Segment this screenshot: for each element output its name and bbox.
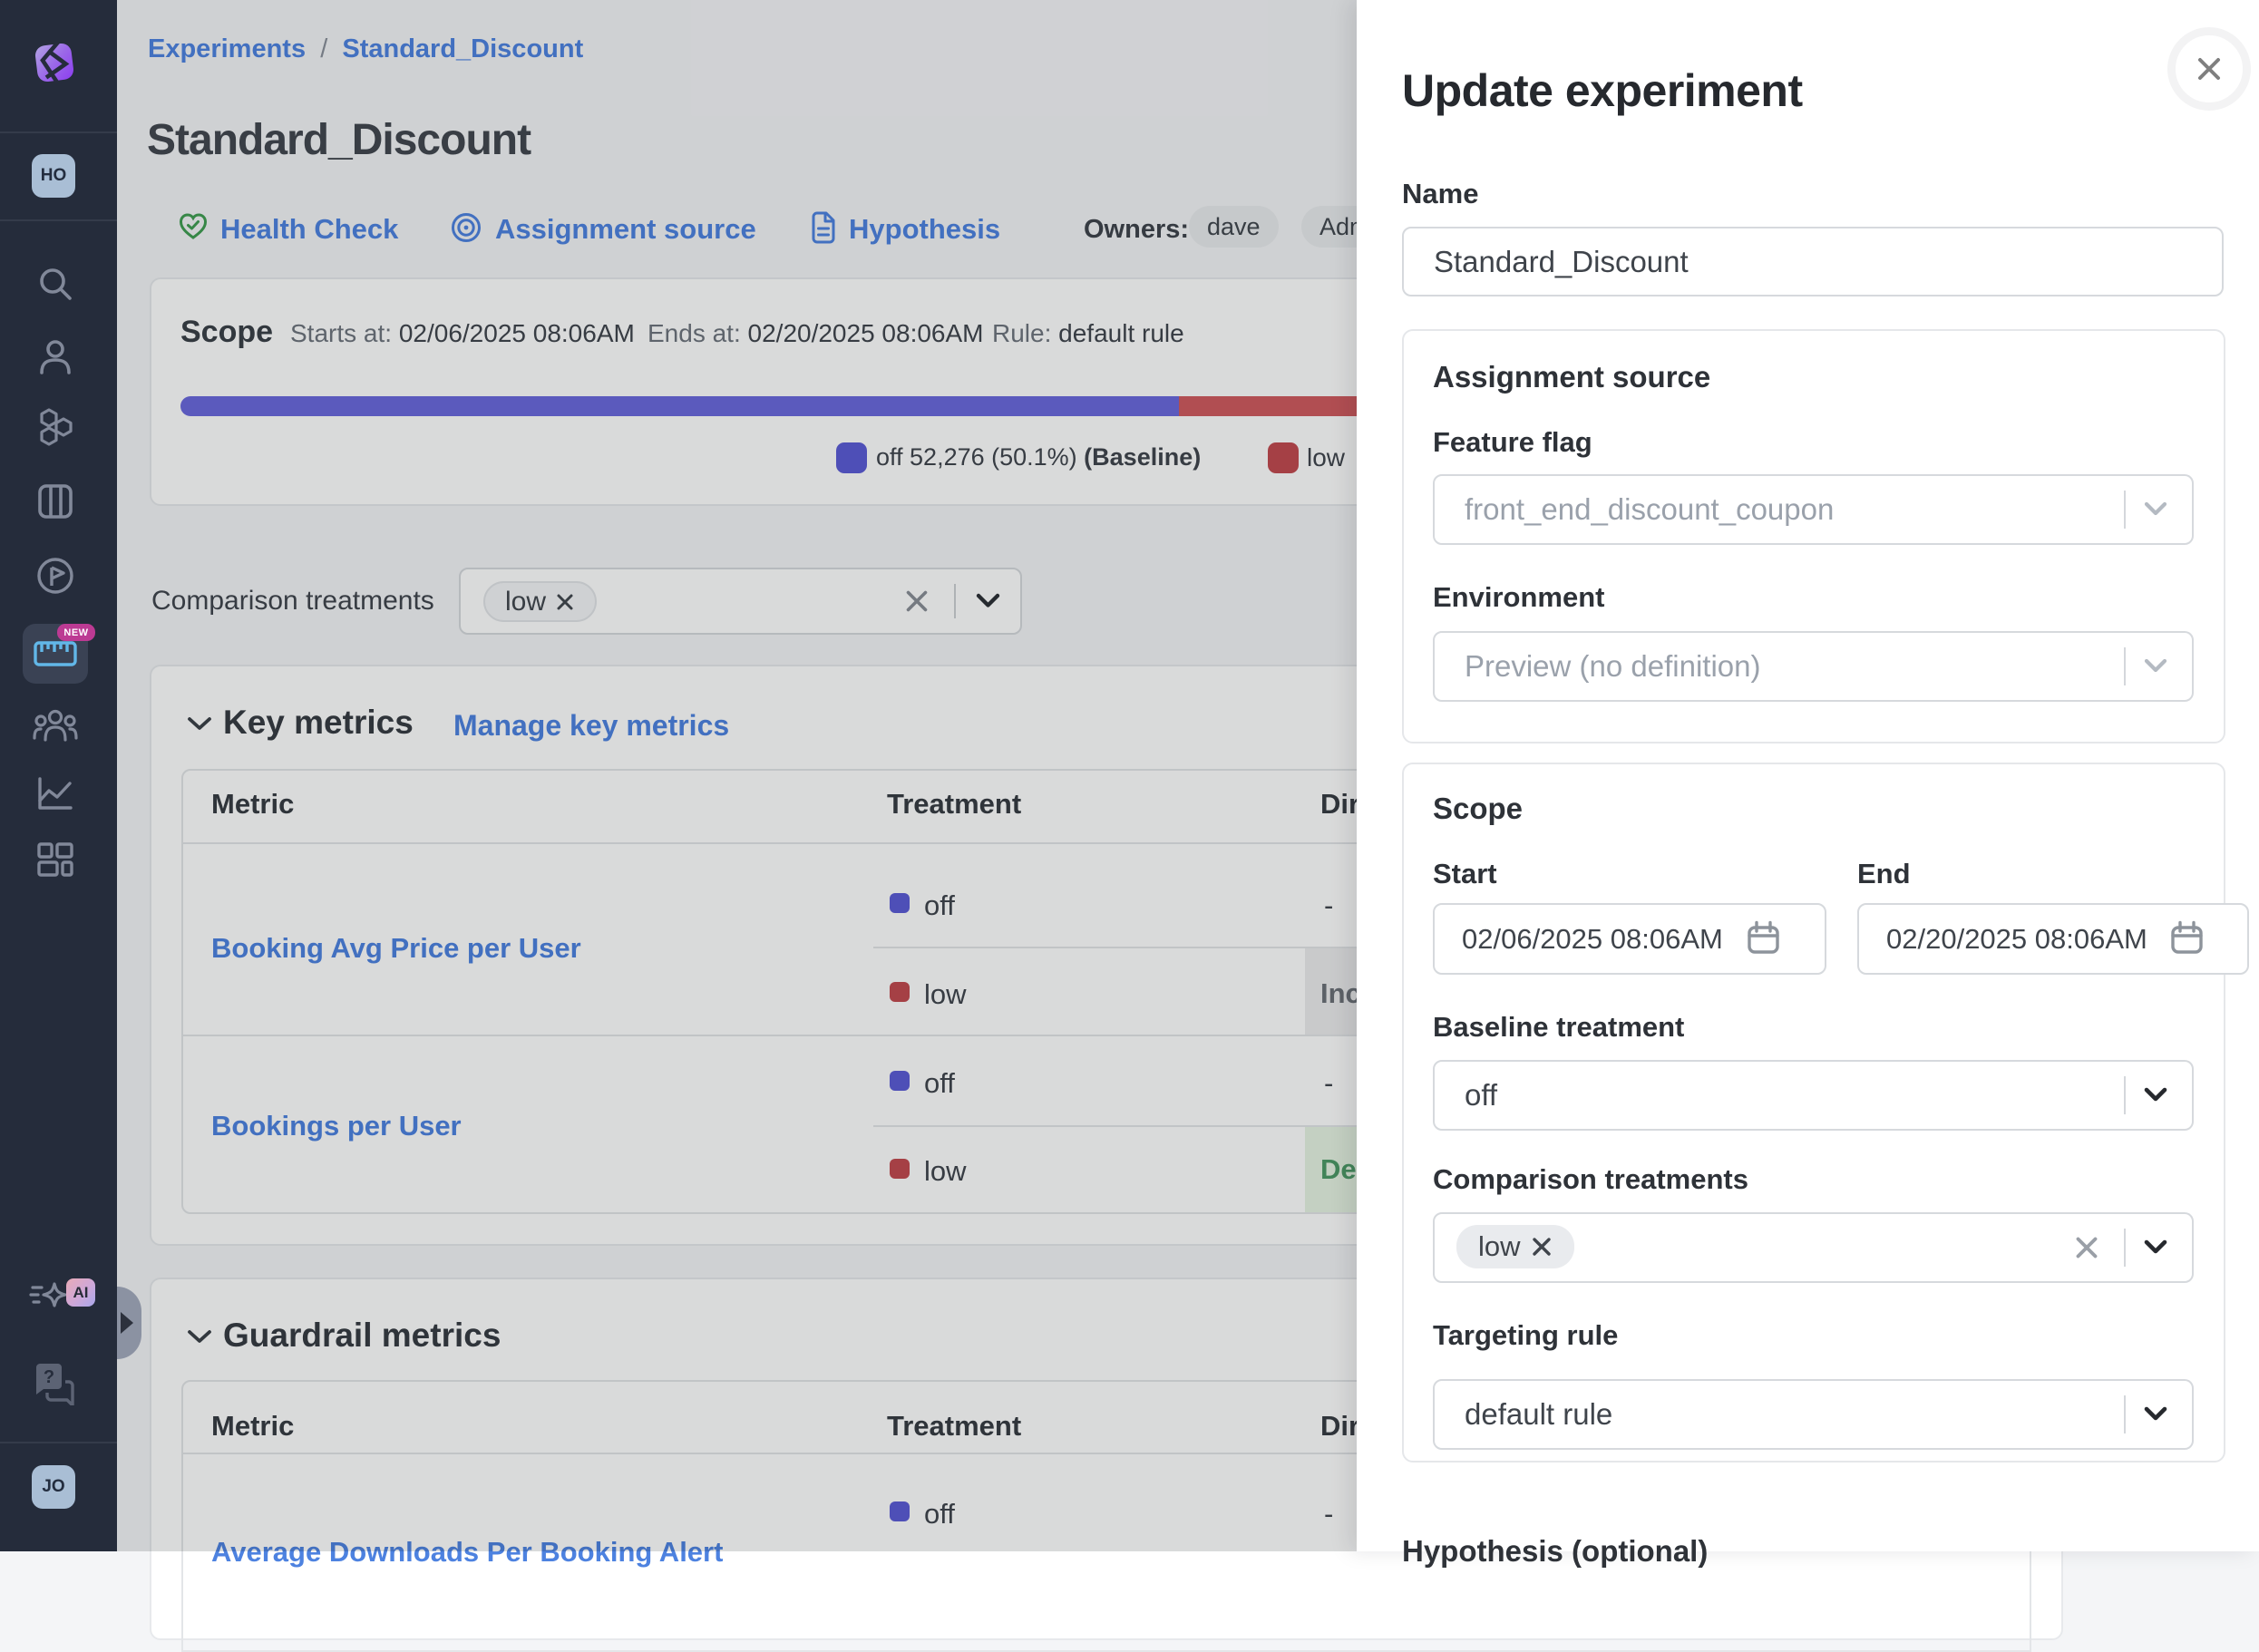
svg-text:?: ? [44, 1367, 54, 1387]
